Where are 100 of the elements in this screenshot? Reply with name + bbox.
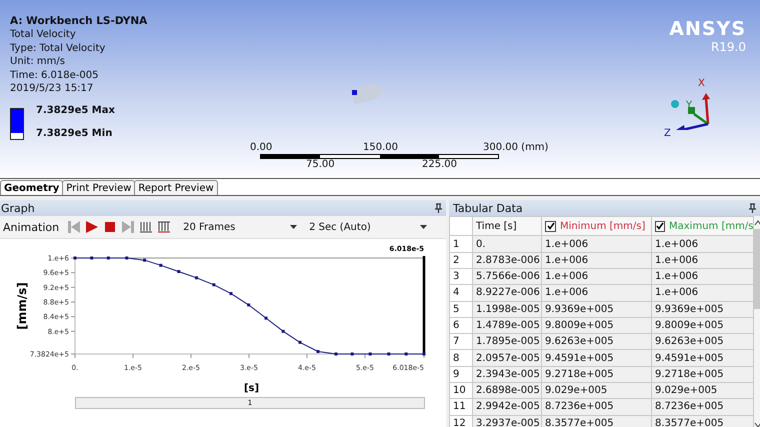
table-cell: 8.7236e+005 bbox=[542, 398, 652, 416]
scale-label: 75.00 bbox=[306, 159, 335, 170]
table-cell: 1.e+006 bbox=[652, 268, 754, 285]
data-point bbox=[387, 352, 390, 356]
row-number: 5 bbox=[450, 301, 472, 318]
column-checkbox[interactable] bbox=[655, 220, 665, 232]
data-point bbox=[195, 276, 198, 280]
table-cell: 8.3577e+005 bbox=[652, 415, 754, 427]
frames-dropdown[interactable]: 20 Frames bbox=[181, 218, 304, 236]
table-cell: 1.e+006 bbox=[652, 236, 754, 252]
table-cell: 9.9369e+005 bbox=[542, 301, 652, 318]
result-info: Time: 6.018e-005 bbox=[10, 68, 100, 82]
row-number: 2 bbox=[450, 252, 472, 268]
table-cell: 9.8009e+005 bbox=[542, 317, 652, 334]
row-number: 8 bbox=[450, 350, 472, 366]
model-drawing bbox=[350, 83, 386, 105]
view-tab[interactable]: Report Preview bbox=[134, 180, 218, 195]
table-cell: 1.7895e-005 bbox=[472, 334, 542, 350]
result-info: Total Velocity bbox=[10, 28, 77, 42]
row-number: 12 bbox=[450, 415, 472, 427]
table-cell: 9.029e+005 bbox=[652, 382, 754, 399]
scrollbar[interactable] bbox=[754, 216, 760, 427]
data-point bbox=[212, 283, 216, 286]
frames-icon[interactable] bbox=[157, 220, 172, 234]
column-header[interactable]: Time [s] bbox=[472, 216, 542, 236]
table-cell: 2.9942e-005 bbox=[472, 398, 542, 416]
table-cell: 8.9227e-006 bbox=[472, 284, 542, 302]
panel-title: Graph bbox=[1, 202, 35, 214]
table-cell: 9.6263e+005 bbox=[542, 334, 652, 350]
row-number: 10 bbox=[450, 382, 472, 399]
table-cell: 8.7236e+005 bbox=[652, 398, 754, 416]
table-cell: 9.2718e+005 bbox=[652, 366, 754, 383]
data-point bbox=[90, 256, 94, 260]
play-icon[interactable] bbox=[85, 220, 100, 234]
column-checkbox[interactable] bbox=[545, 220, 556, 232]
table-cell: 0. bbox=[472, 236, 542, 252]
data-point bbox=[368, 352, 372, 356]
column-header[interactable]: Minimum [mm/s] bbox=[542, 216, 652, 236]
scale-label: 150.00 bbox=[363, 142, 398, 153]
toolbar-label: Animation bbox=[3, 220, 60, 234]
view-tab[interactable]: Geometry bbox=[0, 180, 64, 195]
table-cell: 9.2718e+005 bbox=[542, 366, 652, 383]
table-cell: 2.3943e-005 bbox=[472, 366, 542, 383]
table-cell: 5.7566e-006 bbox=[472, 268, 542, 285]
table-cell: 9.8009e+005 bbox=[652, 317, 754, 334]
data-point bbox=[177, 270, 180, 274]
frames-icon[interactable] bbox=[139, 220, 154, 234]
table-cell: 1.e+006 bbox=[542, 268, 652, 285]
x-axis-title: [s] bbox=[244, 383, 260, 394]
stop-icon[interactable] bbox=[103, 220, 118, 234]
time-marker[interactable] bbox=[422, 256, 426, 354]
data-point bbox=[298, 340, 302, 344]
axis-label: Z bbox=[664, 128, 671, 139]
data-point bbox=[350, 352, 354, 356]
table-cell: 9.029e+005 bbox=[542, 382, 652, 399]
table-cell: 1.e+006 bbox=[652, 252, 754, 268]
table-cell: 2.6898e-005 bbox=[472, 382, 542, 399]
caret-icon[interactable] bbox=[290, 225, 298, 229]
scale-label: 225.00 bbox=[422, 159, 457, 170]
data-point bbox=[264, 316, 268, 320]
table-cell: 9.4591e+005 bbox=[542, 350, 652, 366]
data-point bbox=[422, 352, 426, 356]
pin-icon[interactable] bbox=[435, 203, 442, 213]
scale-label: 0.00 bbox=[250, 142, 272, 153]
data-point bbox=[282, 330, 285, 333]
table-cell: 8.3577e+005 bbox=[542, 415, 652, 427]
pin-icon[interactable] bbox=[749, 203, 756, 213]
table-cell: 9.6263e+005 bbox=[652, 334, 754, 350]
logo-text: ANSYS bbox=[669, 18, 746, 40]
model-title: A: Workbench LS-DYNA bbox=[10, 14, 148, 28]
table-cell: 2.0957e-005 bbox=[472, 350, 542, 366]
table-cell: 1.e+006 bbox=[652, 284, 754, 302]
row-number: 11 bbox=[450, 398, 472, 416]
row-number: 1 bbox=[450, 236, 472, 252]
table-cell: 9.9369e+005 bbox=[652, 301, 754, 318]
data-point bbox=[125, 256, 128, 260]
row-number: 3 bbox=[450, 268, 472, 285]
row-number: 6 bbox=[450, 317, 472, 334]
result-info: Unit: mm/s bbox=[10, 55, 66, 68]
scale-label: 300.00 (mm) bbox=[483, 142, 548, 153]
table-cell: 2.8783e-006 bbox=[472, 252, 542, 268]
table-cell: 1.e+006 bbox=[542, 252, 652, 268]
data-point bbox=[143, 258, 146, 262]
table-cell: 1.1998e-005 bbox=[472, 301, 542, 318]
view-tab[interactable]: Print Preview bbox=[62, 180, 136, 195]
caret-icon[interactable] bbox=[420, 225, 428, 229]
data-point bbox=[316, 350, 320, 354]
data-point bbox=[334, 352, 338, 356]
legend-min-label: 7.3829e5 Min bbox=[36, 128, 114, 138]
table-cell: 3.2937e-005 bbox=[472, 415, 542, 427]
axis-label: X bbox=[698, 78, 705, 89]
data-point bbox=[230, 292, 232, 296]
data-point bbox=[404, 352, 408, 356]
data-point bbox=[74, 256, 76, 260]
row-number: 4 bbox=[450, 284, 472, 302]
version-label: R19.0 bbox=[710, 40, 746, 54]
duration-dropdown[interactable]: 2 Sec (Auto) bbox=[307, 218, 434, 236]
table-cell: 1.4789e-005 bbox=[472, 317, 542, 334]
result-info: Type: Total Velocity bbox=[10, 42, 106, 55]
scroll-up-icon[interactable] bbox=[754, 220, 760, 226]
